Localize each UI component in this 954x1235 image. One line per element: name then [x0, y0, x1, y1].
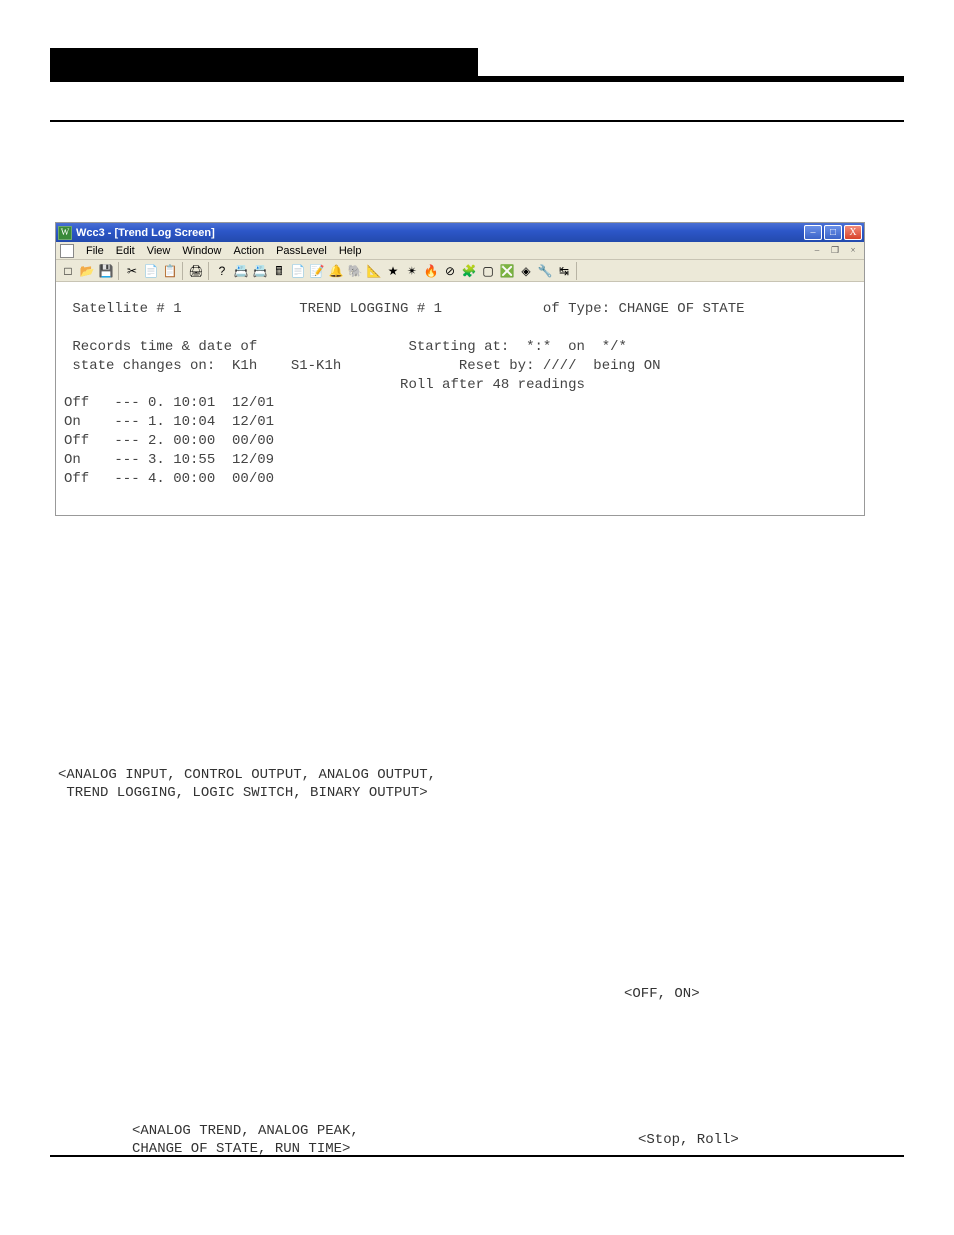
new-icon[interactable]: □: [59, 262, 77, 280]
menubar: File Edit View Window Action PassLevel H…: [56, 242, 864, 260]
maximize-button[interactable]: □: [824, 225, 842, 240]
menu-help[interactable]: Help: [339, 245, 362, 257]
print-icon[interactable]: 🖨: [187, 262, 205, 280]
titlebar[interactable]: W Wcc3 - [Trend Log Screen] – □ X: [56, 223, 864, 242]
tool-icon[interactable]: 🔥: [422, 262, 440, 280]
stop-roll-text: <Stop, Roll>: [638, 1131, 739, 1149]
toolbar-separator: [208, 262, 210, 280]
app-icon: W: [58, 226, 72, 240]
trend-types-text: <ANALOG TREND, ANALOG PEAK, CHANGE OF ST…: [132, 1122, 359, 1158]
cut-icon[interactable]: ✂: [123, 262, 141, 280]
app-window: W Wcc3 - [Trend Log Screen] – □ X File E…: [55, 222, 865, 516]
save-icon[interactable]: 💾: [97, 262, 115, 280]
menu-file[interactable]: File: [86, 245, 104, 257]
copy-icon[interactable]: 📄: [142, 262, 160, 280]
close-button[interactable]: X: [844, 225, 862, 240]
menu-action[interactable]: Action: [233, 245, 264, 257]
toolbar-separator: [118, 262, 120, 280]
minimize-button[interactable]: –: [804, 225, 822, 240]
tool-icon[interactable]: 📐: [365, 262, 383, 280]
tool-icon[interactable]: 🖩: [270, 262, 288, 280]
tool-icon[interactable]: 🔔: [327, 262, 345, 280]
tool-icon[interactable]: 📝: [308, 262, 326, 280]
header-thin-rule: [50, 120, 904, 122]
menu-passlevel[interactable]: PassLevel: [276, 245, 327, 257]
header-thick-rule: [50, 76, 904, 82]
child-minimize-button[interactable]: –: [810, 245, 824, 257]
tool-icon[interactable]: ◈: [517, 262, 535, 280]
tool-icon[interactable]: ▢: [479, 262, 497, 280]
tool-icon[interactable]: 🐘: [346, 262, 364, 280]
tool-icon[interactable]: 🔧: [536, 262, 554, 280]
tool-icon[interactable]: ✴: [403, 262, 421, 280]
window-title: Wcc3 - [Trend Log Screen]: [76, 227, 804, 239]
paste-icon[interactable]: 📋: [161, 262, 179, 280]
trend-log-content: Satellite # 1 TREND LOGGING # 1 of Type:…: [56, 282, 864, 515]
child-close-button[interactable]: ×: [846, 245, 860, 257]
menu-view[interactable]: View: [147, 245, 171, 257]
tool-icon[interactable]: ★: [384, 262, 402, 280]
toolbar-separator: [576, 262, 578, 280]
header-black-bar: [50, 48, 478, 76]
tool-icon[interactable]: 📇: [251, 262, 269, 280]
help-icon[interactable]: ?: [213, 262, 231, 280]
menu-window[interactable]: Window: [182, 245, 221, 257]
menu-edit[interactable]: Edit: [116, 245, 135, 257]
tool-icon[interactable]: 🧩: [460, 262, 478, 280]
open-icon[interactable]: 📂: [78, 262, 96, 280]
off-on-text: <OFF, ON>: [624, 985, 700, 1003]
child-restore-button[interactable]: ❐: [828, 245, 842, 257]
tool-icon[interactable]: 📄: [289, 262, 307, 280]
toolbar-separator: [182, 262, 184, 280]
types-list-text: <ANALOG INPUT, CONTROL OUTPUT, ANALOG OU…: [58, 766, 436, 802]
tool-icon[interactable]: ⊘: [441, 262, 459, 280]
tool-icon[interactable]: ❎: [498, 262, 516, 280]
tool-icon[interactable]: 📇: [232, 262, 250, 280]
document-icon[interactable]: [60, 244, 74, 258]
footer-thin-rule: [50, 1155, 904, 1157]
tool-icon[interactable]: ↹: [555, 262, 573, 280]
toolbar: □ 📂 💾 ✂ 📄 📋 🖨 ? 📇 📇 🖩 📄 📝 🔔 🐘 📐 ★ ✴ 🔥 ⊘ …: [56, 260, 864, 282]
